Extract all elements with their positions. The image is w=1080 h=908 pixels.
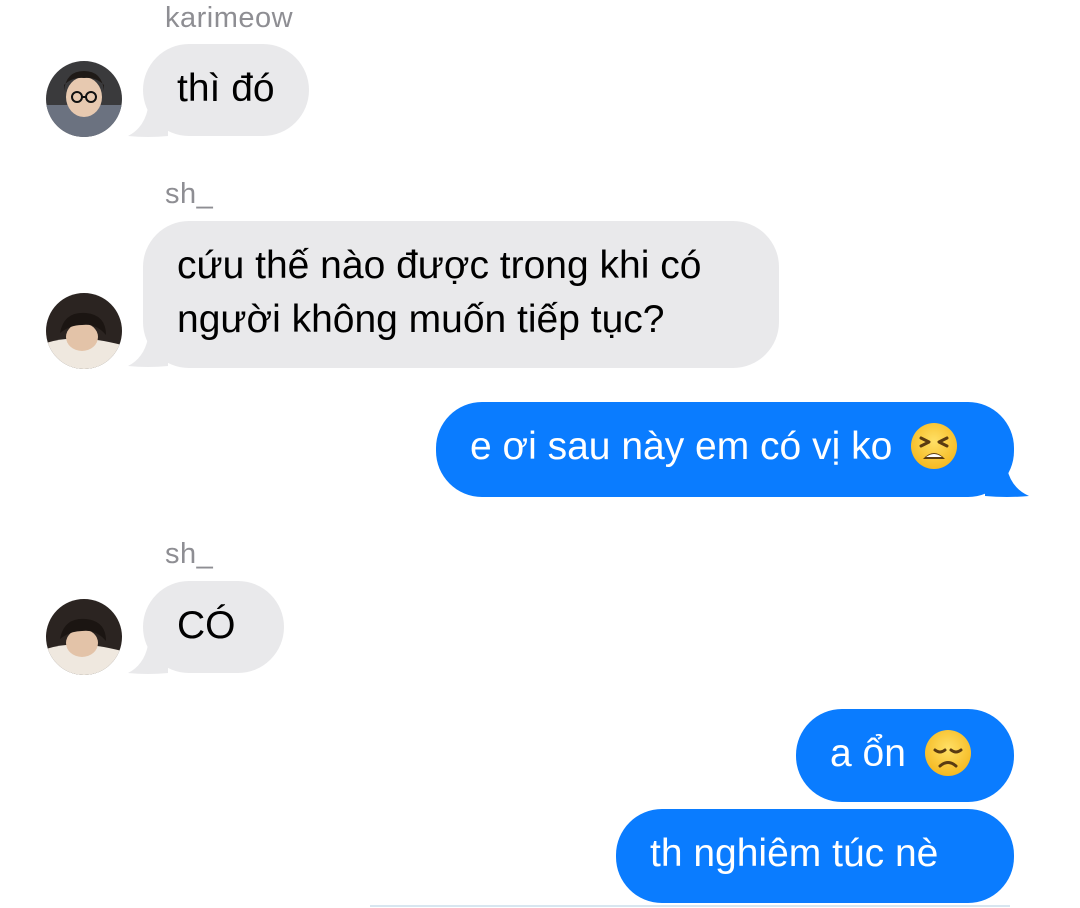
sender-name: sh_ [165,538,214,570]
sender-name: sh_ [165,178,214,210]
divider [370,905,1010,907]
message-text-line: người không muốn tiếp tục? [177,298,665,341]
disappointed-face-emoji [924,729,971,776]
avatar-sh[interactable] [46,293,122,369]
message-text: a ổn [830,732,906,775]
message-bubble-outgoing[interactable]: e ơi sau này em có vị ko [436,402,1014,497]
bubble-tail [985,468,1029,497]
message-text: e ơi sau này em có vị ko [470,425,893,468]
avatar-karimeow[interactable] [46,61,122,137]
message-text: th nghiêm túc nè [650,832,939,875]
bubble-tail [128,338,168,367]
message-bubble-outgoing[interactable]: th nghiêm túc nè [616,809,1014,903]
avatar-sh[interactable] [46,599,122,675]
message-bubble-outgoing[interactable]: a ổn [796,709,1014,802]
sender-name: karimeow [165,2,294,34]
bubble-tail [128,645,168,674]
message-text: CÓ [177,604,236,647]
message-bubble-incoming[interactable]: cứu thế nào được trong khi có người khôn… [143,221,779,368]
tired-face-emoji [911,422,958,469]
message-text: thì đó [177,67,275,110]
bubble-tail [128,108,168,137]
message-text-line: cứu thế nào được trong khi có [177,244,702,287]
